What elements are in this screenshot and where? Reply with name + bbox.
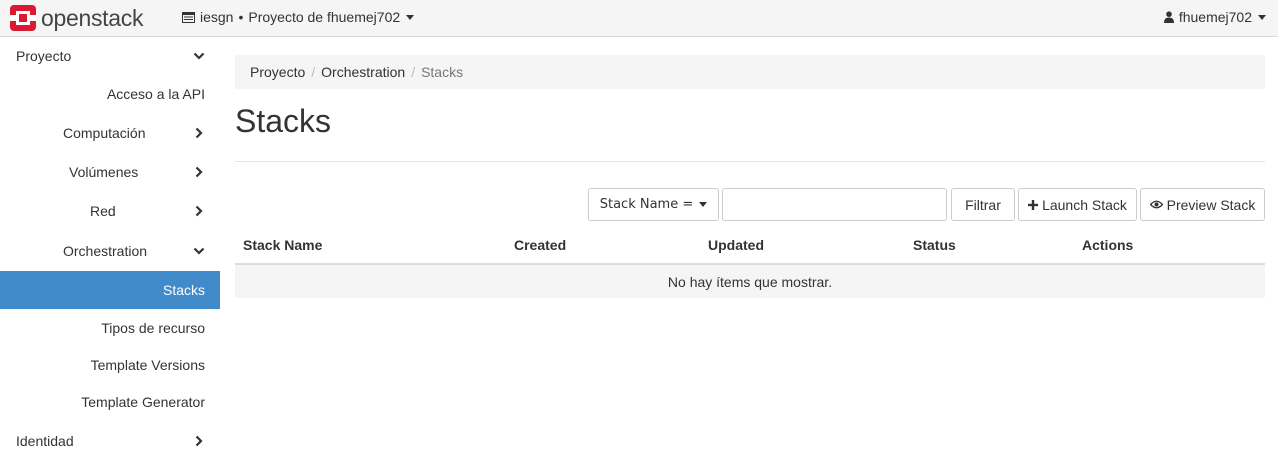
title-divider (235, 161, 1265, 162)
page-title: Stacks (235, 103, 332, 139)
sidebar-item-template-versions[interactable]: Template Versions (0, 346, 220, 384)
sidebar-item-red[interactable]: Red (0, 192, 220, 230)
openstack-logo-icon (10, 5, 36, 31)
breadcrumb-divider: / (411, 64, 416, 80)
breadcrumb: Proyecto / Orchestration / Stacks (235, 55, 1265, 89)
brand-name: openstack (41, 4, 144, 31)
user-menu[interactable]: fhuemej702 (1163, 9, 1266, 25)
breadcrumb-stacks: Stacks (421, 64, 464, 80)
table-empty-row: No hay ítems que mostrar. (235, 265, 1265, 298)
sidebar-item-label: Identidad (16, 433, 74, 449)
filter-button[interactable]: Filtrar (951, 188, 1015, 221)
breadcrumb-divider: / (311, 64, 316, 80)
caret-down-icon (699, 202, 708, 207)
sidebar-item-tipos-recurso[interactable]: Tipos de recurso (0, 309, 220, 347)
column-header-created[interactable]: Created (514, 237, 566, 253)
breadcrumb-orchestration[interactable]: Orchestration (321, 64, 405, 80)
server-icon (182, 11, 195, 23)
chevron-right-icon (195, 127, 203, 139)
sidebar-item-label: Orchestration (63, 243, 148, 259)
chevron-right-icon (195, 205, 203, 217)
sidebar-item-label: Red (90, 203, 116, 219)
sidebar-item-label: Template Versions (90, 357, 205, 373)
chevron-down-icon (193, 247, 205, 255)
column-header-actions: Actions (1082, 237, 1134, 253)
sidebar-item-label: Proyecto (16, 48, 72, 64)
breadcrumb-proyecto[interactable]: Proyecto (250, 64, 305, 80)
filter-field-dropdown[interactable]: Stack Name = (588, 188, 719, 221)
sidebar: Proyecto Acceso a la API Computación Vol… (0, 37, 220, 462)
sidebar-item-orchestration[interactable]: Orchestration (0, 232, 220, 270)
column-header-status[interactable]: Status (913, 237, 956, 253)
column-header-updated[interactable]: Updated (708, 237, 764, 253)
sidebar-item-template-generator[interactable]: Template Generator (0, 383, 220, 421)
sidebar-item-label: Volúmenes (69, 164, 139, 180)
plus-icon (1028, 199, 1039, 210)
sidebar-item-stacks[interactable]: Stacks (0, 271, 220, 309)
domain-name: iesgn (200, 9, 234, 25)
filter-button-label: Filtrar (965, 196, 1001, 213)
project-name: Proyecto de fhuemej702 (248, 9, 401, 25)
launch-stack-label: Launch Stack (1042, 196, 1127, 213)
chevron-down-icon (193, 52, 205, 60)
empty-message: No hay ítems que mostrar. (667, 273, 833, 290)
sidebar-item-label: Tipos de recurso (101, 320, 205, 336)
sidebar-item-volumenes[interactable]: Volúmenes (0, 153, 220, 191)
preview-stack-label: Preview Stack (1166, 196, 1256, 213)
chevron-right-icon (195, 435, 203, 447)
preview-stack-button[interactable]: Preview Stack (1140, 188, 1265, 221)
caret-down-icon (1258, 14, 1266, 20)
sidebar-item-label: Stacks (162, 282, 205, 298)
openstack-logo[interactable]: openstack (10, 4, 143, 32)
filter-field-label: Stack Name = (599, 197, 694, 212)
user-name: fhuemej702 (1178, 9, 1252, 25)
sidebar-item-label: Computación (63, 125, 146, 141)
launch-stack-button[interactable]: Launch Stack (1018, 188, 1137, 221)
domain-project-separator: • (238, 9, 244, 25)
sidebar-item-label: Acceso a la API (106, 86, 205, 102)
filter-input[interactable] (722, 188, 947, 221)
sidebar-item-acceso-api[interactable]: Acceso a la API (0, 75, 220, 113)
eye-icon (1149, 200, 1163, 209)
caret-down-icon (406, 14, 415, 20)
sidebar-item-proyecto[interactable]: Proyecto (0, 37, 220, 75)
top-navbar: openstack iesgn • Proyecto de fhuemej702… (0, 0, 1278, 37)
sidebar-item-computacion[interactable]: Computación (0, 114, 220, 152)
chevron-right-icon (195, 166, 203, 178)
sidebar-item-label: Template Generator (81, 394, 205, 410)
user-icon (1163, 11, 1174, 23)
column-header-stack-name[interactable]: Stack Name (243, 237, 322, 253)
project-switcher[interactable]: iesgn • Proyecto de fhuemej702 (182, 9, 415, 25)
sidebar-item-identidad[interactable]: Identidad (0, 422, 220, 460)
